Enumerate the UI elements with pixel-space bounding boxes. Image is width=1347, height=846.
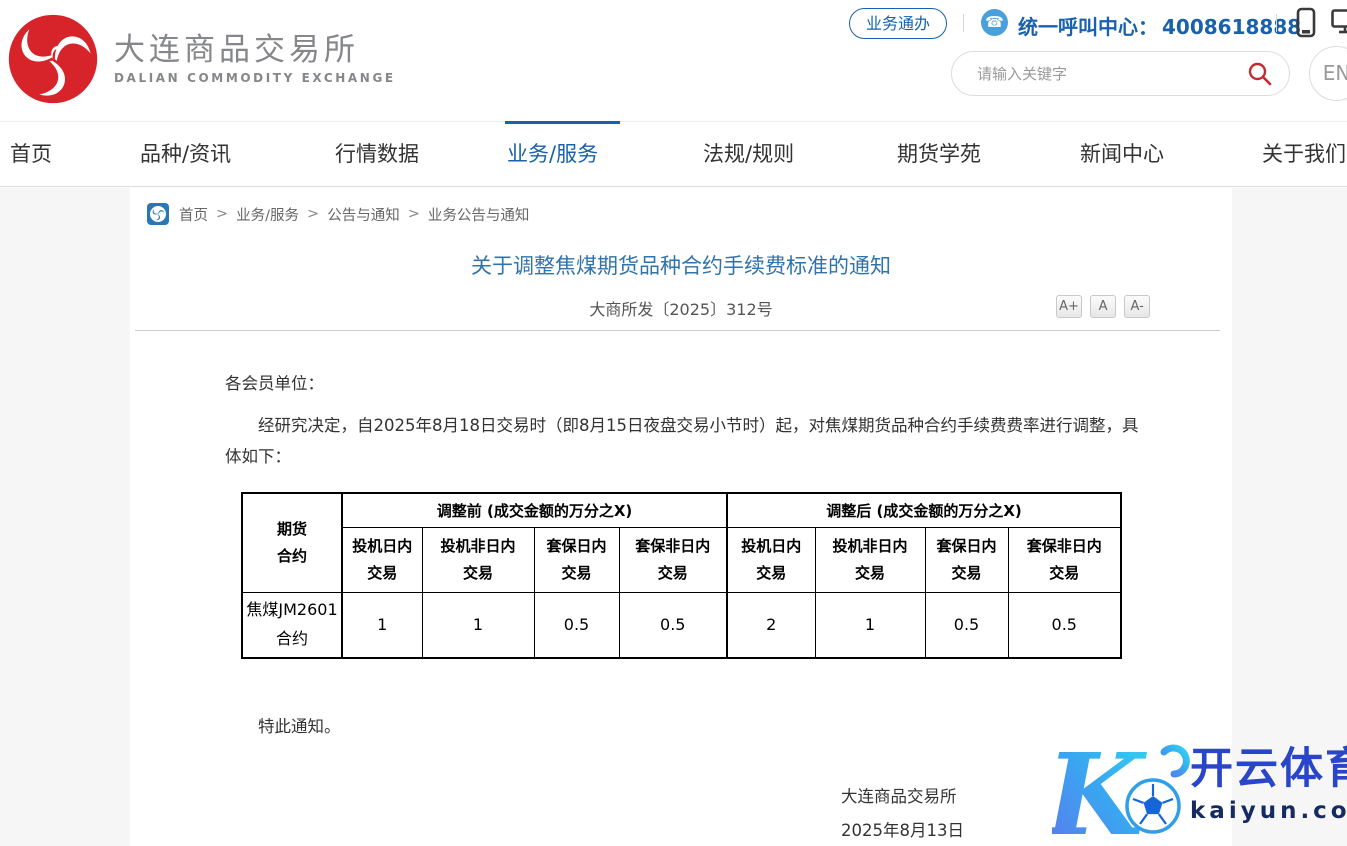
signer-name: 大连商品交易所 xyxy=(841,780,964,814)
kaiyun-watermark[interactable]: K 开云体育 kaiyun.com xyxy=(1052,738,1347,846)
nav-item-rules[interactable]: 法规/规则 xyxy=(703,122,794,186)
font-increase-button[interactable]: A+ xyxy=(1056,295,1082,318)
page: 大连商品交易所 DALIAN COMMODITY EXCHANGE 业务通办 ☎… xyxy=(0,0,1347,846)
salutation: 各会员单位： xyxy=(225,370,324,394)
topbar-divider xyxy=(963,14,964,32)
table-header: 套保非日内 交易 xyxy=(1008,527,1121,592)
fee-value: 0.5 xyxy=(619,592,727,658)
kaiyun-texts: 开云体育 kaiyun.com xyxy=(1190,738,1347,824)
search-icon xyxy=(1247,61,1273,87)
logo-texts: 大连商品交易所 DALIAN COMMODITY EXCHANGE xyxy=(114,33,396,85)
kaiyun-logo-icon: K xyxy=(1052,738,1194,846)
notice-title: 关于调整焦煤期货品种合约手续费标准的通知 xyxy=(130,250,1232,280)
fee-value: 0.5 xyxy=(534,592,619,658)
notice-body: 经研究决定，自2025年8月18日交易时（即8月15日夜盘交易小节时）起，对焦煤… xyxy=(225,410,1143,472)
breadcrumb-home[interactable]: 首页 xyxy=(179,204,208,225)
dce-logo[interactable]: 大连商品交易所 DALIAN COMMODITY EXCHANGE xyxy=(6,12,396,106)
table-header: 套保非日内 交易 xyxy=(619,527,727,592)
monitor-icon[interactable] xyxy=(1331,9,1347,35)
nav-item-news-center[interactable]: 新闻中心 xyxy=(1080,122,1164,186)
call-center-label: 统一呼叫中心： xyxy=(1018,15,1158,39)
nav-item-business-services[interactable]: 业务/服务 xyxy=(507,122,598,186)
signature-block: 大连商品交易所 2025年8月13日 xyxy=(841,780,964,846)
kaiyun-title-cn: 开云体育 xyxy=(1190,746,1347,793)
nav-item-market-data[interactable]: 行情数据 xyxy=(335,122,419,186)
breadcrumb-separator: > xyxy=(408,206,420,222)
table-header: 套保日内 交易 xyxy=(925,527,1008,592)
fee-table: 期货 合约 调整前 (成交金额的万分之X) 调整后 (成交金额的万分之X) 投机… xyxy=(241,492,1122,659)
breadcrumb-separator: > xyxy=(307,206,319,222)
table-corner-header: 期货 合约 xyxy=(242,493,342,592)
nav-item-products-info[interactable]: 品种/资讯 xyxy=(140,122,231,186)
soccer-ball-icon xyxy=(1127,780,1179,832)
fee-value: 2 xyxy=(727,592,815,658)
call-center-number: 4008618888 xyxy=(1162,15,1301,39)
nav-item-home[interactable]: 首页 xyxy=(10,122,52,186)
search-input[interactable] xyxy=(977,58,1227,90)
font-decrease-button[interactable]: A- xyxy=(1124,295,1150,318)
breadcrumb-home-icon xyxy=(147,203,169,225)
call-center: 统一呼叫中心：4008618888 xyxy=(1018,11,1301,40)
nav-item-futures-academy[interactable]: 期货学苑 xyxy=(897,122,981,186)
breadcrumb-notices[interactable]: 公告与通知 xyxy=(327,204,400,225)
table-header: 套保日内 交易 xyxy=(534,527,619,592)
main-nav: 首页 品种/资讯 行情数据 业务/服务 法规/规则 期货学苑 新闻中心 关于我们 xyxy=(0,121,1347,187)
search-box xyxy=(951,51,1290,96)
closing-line: 特此通知。 xyxy=(225,713,341,737)
fee-value: 0.5 xyxy=(925,592,1008,658)
phone-icon: ☎ xyxy=(981,9,1008,36)
logo-title-en: DALIAN COMMODITY EXCHANGE xyxy=(114,71,396,85)
title-divider xyxy=(135,330,1220,331)
fee-value: 0.5 xyxy=(1008,592,1121,658)
contract-cell: 焦煤JM2601 合约 xyxy=(242,592,342,658)
font-size-controls: A+ A A- xyxy=(1056,295,1153,318)
fee-value: 1 xyxy=(422,592,534,658)
breadcrumb: 首页 > 业务/服务 > 公告与通知 > 业务公告与通知 xyxy=(147,202,529,226)
swirl-decoration xyxy=(1164,748,1186,774)
topbar-divider xyxy=(1276,14,1277,32)
nav-item-about-us[interactable]: 关于我们 xyxy=(1262,122,1346,186)
signature-date: 2025年8月13日 xyxy=(841,814,964,846)
table-header: 投机日内 交易 xyxy=(342,527,422,592)
table-row: 焦煤JM2601 合约 1 1 0.5 0.5 2 1 0.5 0.5 xyxy=(242,592,1121,658)
dce-logo-icon xyxy=(6,12,100,106)
table-group-after: 调整后 (成交金额的万分之X) xyxy=(727,493,1121,527)
fee-value: 1 xyxy=(342,592,422,658)
search-button[interactable] xyxy=(1247,61,1273,87)
breadcrumb-business-services[interactable]: 业务/服务 xyxy=(236,204,299,225)
table-group-before: 调整前 (成交金额的万分之X) xyxy=(342,493,727,527)
breadcrumb-business-notices[interactable]: 业务公告与通知 xyxy=(428,204,530,225)
table-header: 投机非日内 交易 xyxy=(815,527,925,592)
logo-title-cn: 大连商品交易所 xyxy=(114,33,396,67)
language-toggle-button[interactable]: EN xyxy=(1309,46,1347,101)
kaiyun-domain: kaiyun.com xyxy=(1190,798,1347,824)
font-reset-button[interactable]: A xyxy=(1090,295,1116,318)
table-header: 投机日内 交易 xyxy=(727,527,815,592)
fee-value: 1 xyxy=(815,592,925,658)
business-services-button[interactable]: 业务通办 xyxy=(849,8,947,39)
table-header: 投机非日内 交易 xyxy=(422,527,534,592)
mobile-phone-icon[interactable] xyxy=(1295,7,1317,39)
breadcrumb-separator: > xyxy=(216,206,228,222)
